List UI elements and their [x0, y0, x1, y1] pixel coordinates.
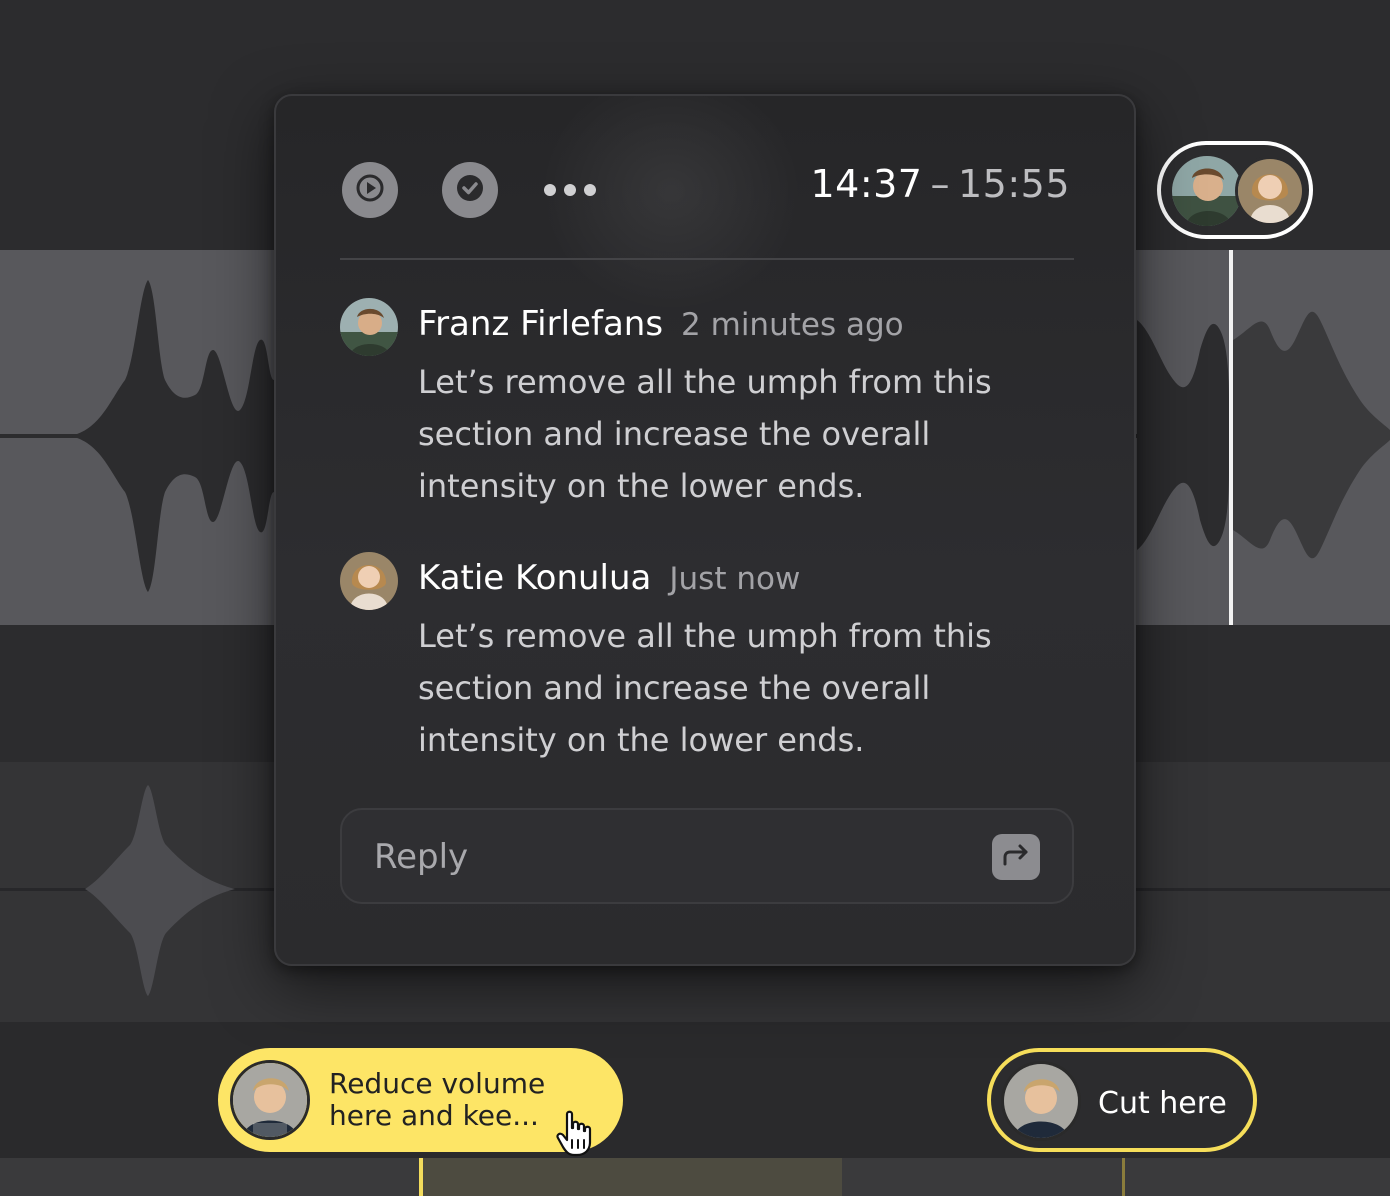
resolve-button[interactable]: [442, 162, 498, 218]
reply-arrow-icon: [1001, 842, 1031, 872]
reply-input[interactable]: [372, 810, 976, 904]
comment-panel: 14:37–15:55 Franz Firlefans 2 minutes ago…: [274, 94, 1136, 966]
check-icon: [455, 173, 485, 207]
play-button[interactable]: [342, 162, 398, 218]
timeline-note-text: Cut here: [1098, 1086, 1227, 1121]
avatar: [340, 298, 398, 356]
time-start: 14:37: [810, 162, 923, 206]
comment-item: Franz Firlefans 2 minutes ago Let’s remov…: [340, 298, 1080, 518]
timeline-note[interactable]: Cut here: [987, 1048, 1257, 1152]
comment-body: Let’s remove all the umph from this sect…: [418, 363, 992, 505]
time-range: 14:37–15:55: [810, 162, 1070, 206]
comment-time: Just now: [669, 561, 801, 597]
avatar-franz: [1172, 156, 1242, 226]
avatar: [1001, 1061, 1081, 1141]
time-separator: –: [930, 162, 950, 206]
comment-author[interactable]: Katie Konulua: [418, 558, 651, 598]
more-dots-icon[interactable]: [544, 184, 596, 196]
time-end: 15:55: [957, 162, 1070, 206]
avatar-katie: [1235, 156, 1305, 226]
comment-item: Katie Konulua Just now Let’s remove all t…: [340, 552, 1080, 772]
comment-body: Let’s remove all the umph from this sect…: [418, 617, 992, 759]
timeline-note-text: Reduce volume here and kee...: [329, 1067, 546, 1132]
playhead[interactable]: [1229, 250, 1233, 625]
hand-cursor-icon: [555, 1110, 597, 1162]
comment-author[interactable]: Franz Firlefans: [418, 304, 663, 344]
play-icon: [355, 173, 385, 207]
avatar: [230, 1060, 310, 1140]
collaborators-pill[interactable]: [1157, 141, 1313, 239]
send-reply-button[interactable]: [992, 834, 1040, 880]
comment-time: 2 minutes ago: [681, 307, 904, 343]
avatar: [340, 552, 398, 610]
reply-box: [340, 808, 1074, 904]
header-divider: [340, 258, 1074, 260]
